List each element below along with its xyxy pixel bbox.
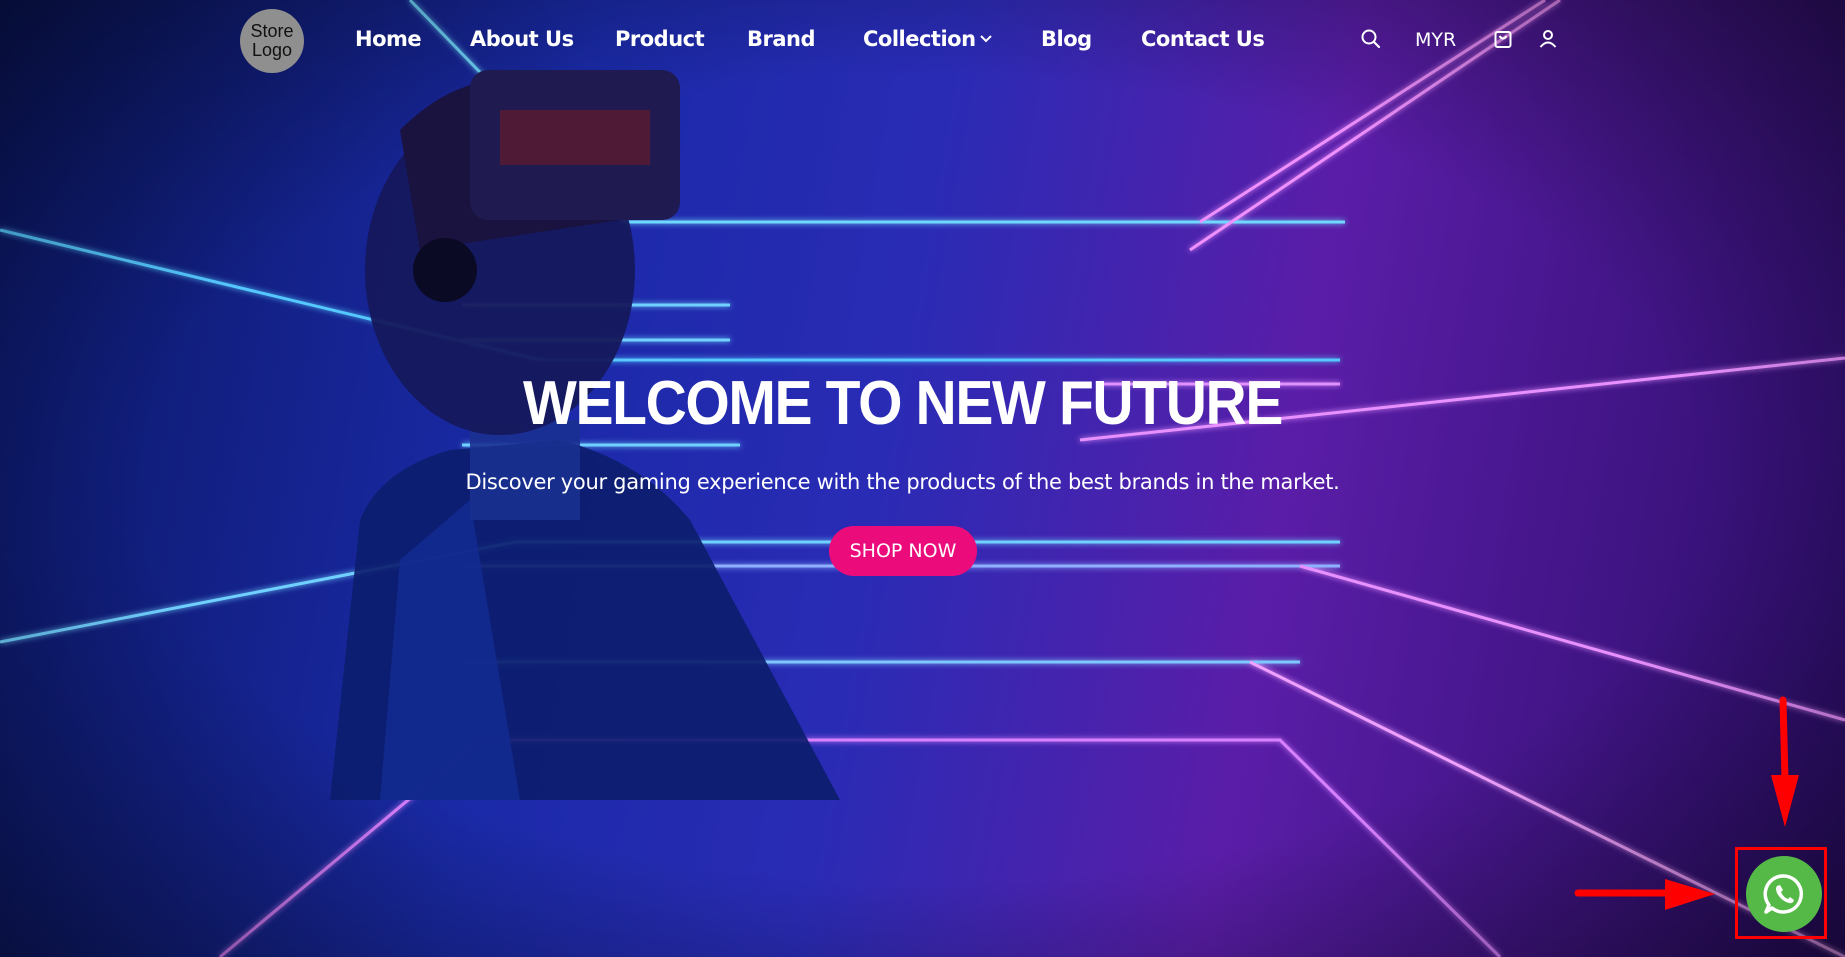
nav-product[interactable]: Product <box>615 27 705 51</box>
nav-collection[interactable]: Collection <box>863 27 976 51</box>
nav-about-us[interactable]: About Us <box>470 27 574 51</box>
site-header: Store Logo Home About Us Product Brand C… <box>0 0 1845 82</box>
nav-blog[interactable]: Blog <box>1041 27 1092 51</box>
annotation-highlight-box <box>1735 847 1827 939</box>
nav-contact-us[interactable]: Contact Us <box>1141 27 1265 51</box>
nav-brand[interactable]: Brand <box>747 27 816 51</box>
shop-now-button[interactable]: SHOP NOW <box>829 526 977 576</box>
user-icon[interactable] <box>1537 28 1559 50</box>
chevron-down-icon[interactable] <box>976 28 996 48</box>
store-logo[interactable]: Store Logo <box>240 9 304 73</box>
nav-home[interactable]: Home <box>355 27 422 51</box>
search-icon[interactable] <box>1360 28 1382 50</box>
shopping-bag-icon[interactable] <box>1492 28 1514 50</box>
annotation-arrow-down <box>1771 696 1799 827</box>
hero-title: WELCOME TO NEW FUTURE <box>523 369 1283 438</box>
annotation-arrow-right <box>1574 879 1715 910</box>
currency-selector[interactable]: MYR <box>1415 29 1456 51</box>
hero-subtitle: Discover your gaming experience with the… <box>465 470 1340 494</box>
